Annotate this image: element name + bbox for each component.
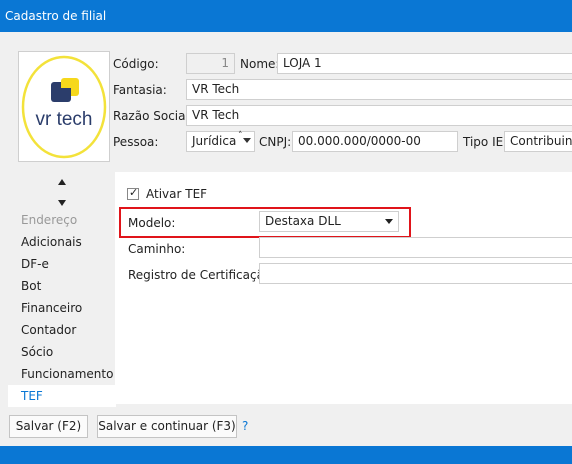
nome-field[interactable]: LOJA 1	[277, 53, 572, 74]
tef-panel: ✓ Ativar TEF Modelo: Destaxa DLL Caminho…	[115, 172, 572, 404]
nav-item-contador[interactable]: Contador	[21, 323, 76, 337]
vr-tech-logo-graphic	[21, 55, 107, 159]
nav-item-funcionamento[interactable]: Funcionamento	[21, 367, 113, 381]
fantasia-field[interactable]: VR Tech	[186, 79, 572, 100]
tipo-ie-label: Tipo IE:	[463, 135, 508, 149]
codigo-label: Código:	[113, 57, 159, 71]
save-continue-button[interactable]: Salvar e continuar (F3)	[97, 415, 237, 438]
check-icon: ✓	[129, 186, 139, 199]
pessoa-label: Pessoa:	[113, 135, 159, 149]
pessoa-dropdown-icon[interactable]	[243, 138, 251, 143]
nav-item-tef-selected[interactable]: TEF	[8, 385, 116, 407]
registro-certificacao-label: Registro de Certificação:	[128, 268, 276, 282]
button-bar: Salvar (F2) Salvar e continuar (F3) ?	[0, 408, 572, 446]
nome-label: Nome:	[240, 57, 280, 71]
razao-social-field[interactable]: VR Tech	[186, 105, 572, 126]
razao-social-label: Razão Social:	[113, 109, 193, 123]
cnpj-label: CNPJ:	[259, 135, 292, 149]
nav-item-endereco[interactable]: Endereço	[21, 213, 77, 227]
nav-item-bot[interactable]: Bot	[21, 279, 41, 293]
help-link[interactable]: ?	[242, 419, 248, 433]
nav-scroll-up-icon[interactable]	[58, 179, 66, 185]
registro-certificacao-field[interactable]	[259, 263, 572, 284]
nav-item-financeiro[interactable]: Financeiro	[21, 301, 82, 315]
title-bar: Cadastro de filial	[0, 0, 572, 32]
nav-scroll-down-icon[interactable]	[58, 200, 66, 206]
pessoa-value: Jurídica	[192, 134, 237, 148]
nav-item-socio[interactable]: Sócio	[21, 345, 53, 359]
pessoa-stepper-icon[interactable]: ˄	[238, 131, 243, 141]
tipo-ie-select[interactable]: Contribuinte	[504, 131, 572, 152]
fantasia-label: Fantasia:	[113, 83, 167, 97]
ativar-tef-checkbox[interactable]: ✓	[127, 186, 139, 200]
nav-item-dfe[interactable]: DF-e	[21, 257, 49, 271]
modelo-dropdown-icon[interactable]	[385, 219, 393, 224]
ativar-tef-label: Ativar TEF	[146, 187, 208, 201]
modelo-value: Destaxa DLL	[265, 214, 341, 228]
company-logo[interactable]: vr tech	[18, 51, 110, 162]
window-title: Cadastro de filial	[5, 9, 107, 23]
caminho-label: Caminho:	[128, 242, 186, 256]
cnpj-field[interactable]: 00.000.000/0000-00	[292, 131, 458, 152]
modelo-label: Modelo:	[128, 216, 176, 230]
nav-item-adicionais[interactable]: Adicionais	[21, 235, 82, 249]
caminho-field[interactable]	[259, 237, 572, 258]
save-button[interactable]: Salvar (F2)	[9, 415, 88, 438]
logo-text: vr tech	[35, 109, 93, 130]
codigo-field[interactable]: 1	[186, 53, 235, 74]
nav-item-tef-label: TEF	[21, 389, 43, 403]
modelo-select[interactable]: Destaxa DLL	[259, 211, 399, 232]
status-bar	[0, 446, 572, 464]
